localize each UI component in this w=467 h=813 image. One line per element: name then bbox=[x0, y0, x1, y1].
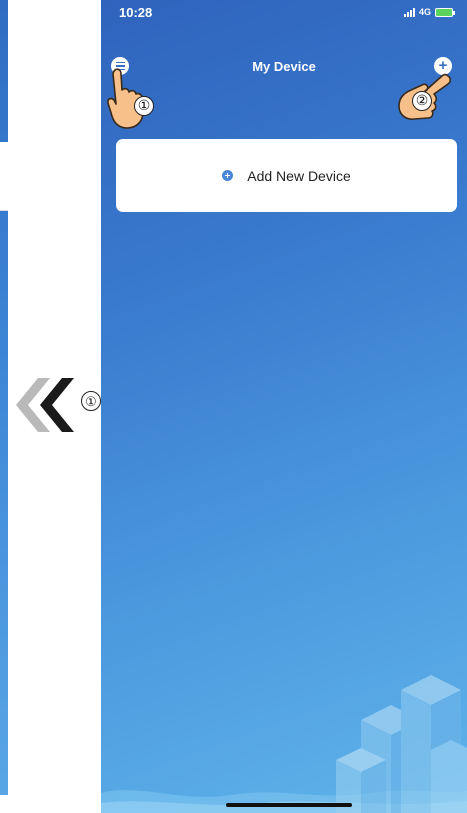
phone-screen: 10:28 4G My Device + ① ② Add New Device bbox=[101, 0, 467, 813]
annotation-number: ① bbox=[81, 391, 101, 411]
signal-icon bbox=[403, 7, 415, 17]
annotation-number: ② bbox=[412, 91, 432, 111]
status-indicators: 4G bbox=[403, 7, 455, 17]
previous-screen-bottom-edge bbox=[0, 795, 8, 813]
annotation-number: ① bbox=[134, 96, 154, 116]
back-arrow-annotation: ① bbox=[8, 370, 103, 440]
tap-hand-annotation-1: ① bbox=[106, 68, 154, 130]
plus-circle-icon bbox=[222, 170, 234, 181]
status-time: 10:28 bbox=[119, 5, 153, 20]
double-chevron-left-icon bbox=[16, 378, 74, 432]
add-new-device-label: Add New Device bbox=[247, 167, 351, 184]
add-new-device-button[interactable]: Add New Device bbox=[116, 139, 457, 212]
isometric-city-illustration bbox=[336, 675, 467, 813]
network-type: 4G bbox=[418, 7, 431, 17]
home-indicator[interactable] bbox=[226, 803, 352, 807]
menu-icon bbox=[115, 61, 125, 64]
previous-screen-card-edge bbox=[0, 142, 8, 211]
status-bar: 10:28 4G bbox=[101, 0, 467, 34]
previous-screen-fragment bbox=[0, 0, 8, 813]
battery-icon bbox=[435, 7, 455, 17]
tap-hand-annotation-2: ② bbox=[396, 70, 452, 132]
